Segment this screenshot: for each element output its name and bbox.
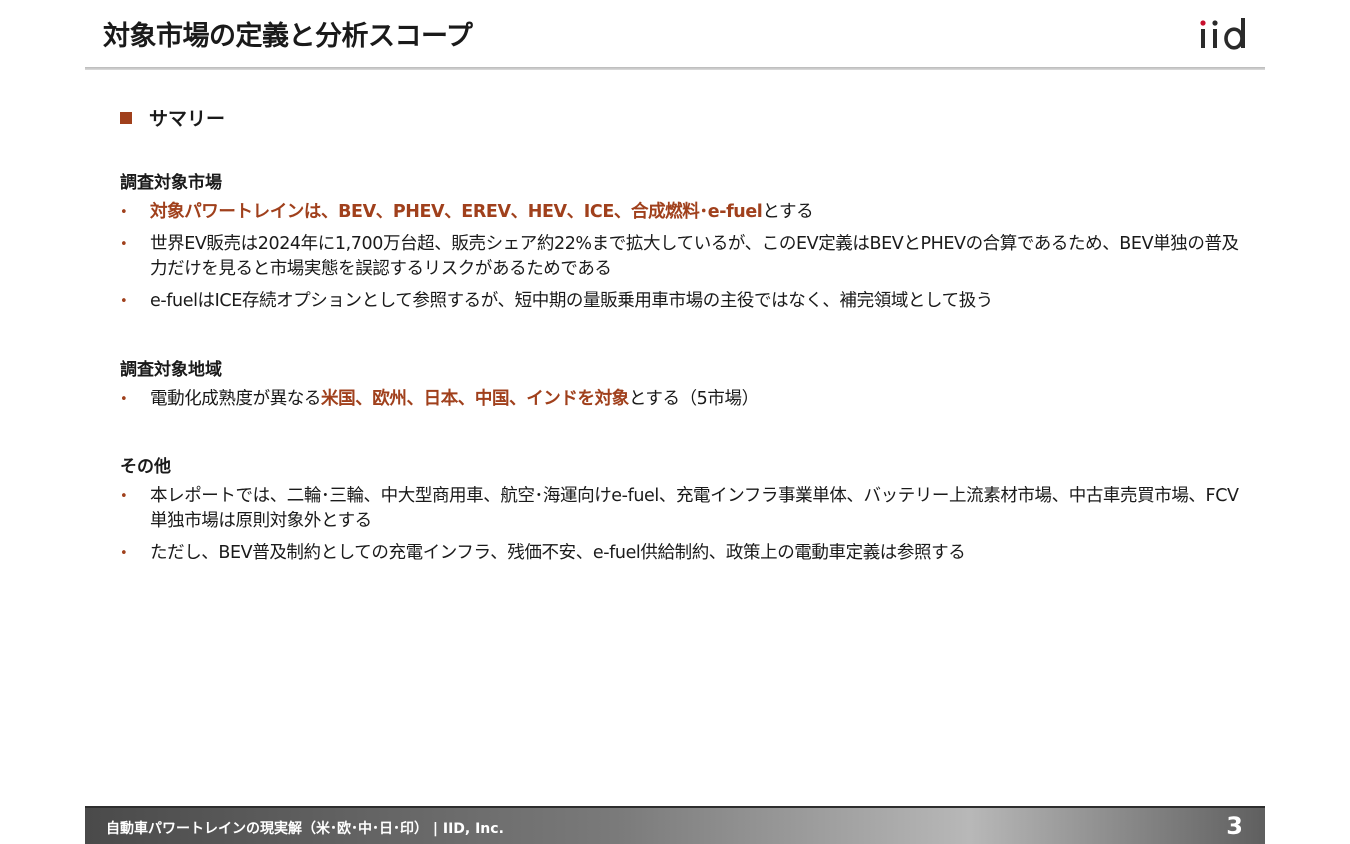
section-heading: その他 — [120, 457, 171, 477]
bullet-text: ただし、BEV普及制約としての充電インフラ、残価不安、e-fuel供給制約、政策… — [150, 543, 966, 563]
section-target-region: 調査対象地域 • 電動化成熟度が異なる米国、欧州、日本、中国、インドを対象とする… — [120, 357, 1250, 419]
bullet-dot-icon: • — [120, 546, 128, 561]
bullet-list: • 本レポートでは、二輪･三輪、中大型商用車、航空･海運向けe-fuel、充電イ… — [120, 484, 1250, 566]
bullet-text: 本レポートでは、二輪･三輪、中大型商用車、航空･海運向けe-fuel、充電インフ… — [150, 486, 1239, 531]
bullet-dot-icon: • — [120, 294, 128, 309]
bullet-list: • 対象パワートレインは、BEV、PHEV、EREV、HEV、ICE、合成燃料･… — [120, 200, 1250, 314]
bullet-dot-icon: • — [120, 237, 128, 252]
summary-label: サマリー — [149, 108, 226, 130]
bullet-text: e-fuelはICE存続オプションとして参照するが、短中期の量販乗用車市場の主役… — [150, 291, 993, 311]
page-title: 対象市場の定義と分析スコープ — [103, 21, 473, 52]
list-item: • 電動化成熟度が異なる米国、欧州、日本、中国、インドを対象とする（5市場） — [120, 387, 1250, 412]
bullet-text: とする — [762, 202, 814, 222]
highlight-text: 対象パワートレインは、BEV、PHEV、EREV、HEV、ICE、合成燃料･e-… — [150, 202, 763, 222]
bullet-dot-icon: • — [120, 392, 128, 407]
list-item: • 本レポートでは、二輪･三輪、中大型商用車、航空･海運向けe-fuel、充電イ… — [120, 484, 1250, 534]
section-other: その他 • 本レポートでは、二輪･三輪、中大型商用車、航空･海運向けe-fuel… — [120, 454, 1250, 573]
bullet-dot-icon: • — [120, 205, 128, 220]
bullet-text: 世界EV販売は2024年に1,700万台超、販売シェア約22%まで拡大しているが… — [150, 234, 1239, 279]
bullet-list: • 電動化成熟度が異なる米国、欧州、日本、中国、インドを対象とする（5市場） — [120, 387, 1250, 412]
page-number: 3 — [1226, 812, 1243, 840]
summary-heading: サマリー — [120, 104, 225, 131]
bullet-dot-icon: • — [120, 489, 128, 504]
highlight-text: 米国、欧州、日本、中国、インドを対象 — [321, 389, 629, 409]
section-heading: 調査対象市場 — [120, 173, 222, 193]
list-item: • 世界EV販売は2024年に1,700万台超、販売シェア約22%まで拡大してい… — [120, 232, 1250, 282]
list-item: • e-fuelはICE存続オプションとして参照するが、短中期の量販乗用車市場の… — [120, 289, 1250, 314]
square-bullet-icon — [120, 111, 132, 124]
header-divider — [85, 67, 1265, 70]
section-target-market: 調査対象市場 • 対象パワートレインは、BEV、PHEV、EREV、HEV、IC… — [120, 170, 1250, 321]
bullet-text: とする（5市場） — [628, 389, 759, 409]
footer-text: 自動車パワートレインの現実解（米･欧･中･日･印） | IID, Inc. — [106, 821, 504, 837]
iid-logo: iid — [1200, 18, 1245, 50]
bullet-text: 電動化成熟度が異なる — [150, 389, 321, 409]
section-heading: 調査対象地域 — [120, 360, 222, 380]
footer-bar: 自動車パワートレインの現実解（米･欧･中･日･印） | IID, Inc. 3 — [85, 806, 1265, 844]
list-item: • 対象パワートレインは、BEV、PHEV、EREV、HEV、ICE、合成燃料･… — [120, 200, 1250, 225]
list-item: • ただし、BEV普及制約としての充電インフラ、残価不安、e-fuel供給制約、… — [120, 541, 1250, 566]
